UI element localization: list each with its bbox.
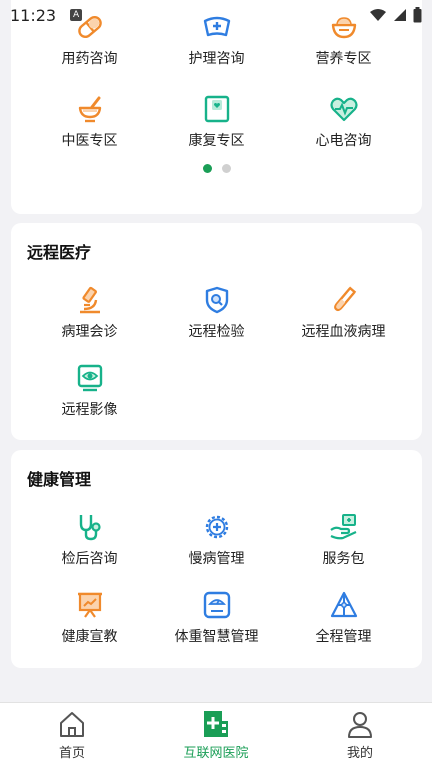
remote-item-lab[interactable]: 远程检验 — [148, 285, 285, 341]
consult-item-label: 护理咨询 — [188, 51, 245, 67]
tab-home[interactable]: 首页 — [0, 709, 144, 761]
consult-item-rehab[interactable]: 康复专区 — [148, 94, 285, 150]
stethoscope-icon — [79, 515, 101, 541]
status-indicators — [369, 7, 422, 23]
mortar-icon — [78, 96, 101, 123]
consult-item-label: 营养专区 — [315, 51, 372, 67]
consult-item-label: 中医专区 — [61, 133, 118, 149]
health-item-label: 健康宣教 — [61, 629, 118, 645]
triangle-nodes-icon — [330, 591, 357, 618]
battery-icon — [413, 7, 422, 23]
tab-label: 首页 — [58, 746, 85, 761]
rehab-card-icon — [204, 95, 229, 123]
microscope-icon — [79, 286, 100, 314]
remote-item-blood-pathology[interactable]: 远程血液病理 — [275, 285, 412, 341]
health-item-chronic[interactable]: 慢病管理 — [148, 512, 285, 568]
remote-medicine-card: 远程医疗 病理会诊 远程检验 远程血液病理 远程影像 — [11, 223, 422, 440]
tab-label: 我的 — [346, 746, 373, 761]
home-icon — [60, 712, 84, 737]
carousel-dot[interactable] — [202, 164, 212, 173]
heartbeat-icon — [329, 97, 358, 122]
tab-internet-hospital[interactable]: 互联网医院 — [144, 709, 288, 761]
wifi-icon — [370, 9, 386, 21]
status-time: 11:23 — [10, 5, 57, 25]
scale-icon — [203, 591, 230, 619]
consult-card: 用药咨询 护理咨询 营养专区 中医专区 康复专区 心电咨询 — [11, 0, 422, 214]
notification-icon: A — [70, 9, 83, 21]
consult-item-label: 心电咨询 — [315, 133, 372, 149]
consult-item-tcm[interactable]: 中医专区 — [21, 94, 158, 150]
section-title: 远程医疗 — [27, 243, 92, 262]
gear-cross-icon — [205, 515, 228, 539]
health-item-label: 慢病管理 — [188, 551, 245, 567]
health-item-weight[interactable]: 体重智慧管理 — [148, 590, 285, 646]
remote-item-pathology[interactable]: 病理会诊 — [21, 285, 158, 341]
hand-package-icon — [329, 514, 356, 540]
health-item-label: 服务包 — [322, 551, 365, 567]
consult-item-ecg[interactable]: 心电咨询 — [275, 94, 412, 150]
hospital-icon — [204, 711, 228, 737]
remote-item-imaging[interactable]: 远程影像 — [21, 363, 158, 419]
health-item-label: 全程管理 — [315, 629, 372, 645]
health-item-post-exam[interactable]: 检后咨询 — [21, 512, 158, 568]
health-item-service-pack[interactable]: 服务包 — [275, 512, 412, 568]
carousel-dots — [11, 164, 422, 173]
person-icon — [348, 712, 372, 738]
presentation-board-icon — [77, 592, 102, 618]
tab-label: 互联网医院 — [183, 746, 249, 761]
status-bar: 11:23 A — [0, 0, 432, 30]
remote-item-label: 远程血液病理 — [301, 324, 386, 340]
remote-item-label: 远程影像 — [61, 402, 118, 418]
tab-mine[interactable]: 我的 — [288, 709, 432, 761]
health-item-label: 体重智慧管理 — [174, 629, 259, 645]
health-item-full-process[interactable]: 全程管理 — [275, 590, 412, 646]
test-tube-icon — [333, 286, 356, 312]
monitor-eye-icon — [77, 364, 102, 392]
remote-item-label: 病理会诊 — [61, 324, 118, 340]
shield-search-icon — [205, 286, 228, 314]
bottom-tab-bar: 首页 互联网医院 我的 — [0, 702, 432, 769]
consult-item-label: 康复专区 — [188, 133, 245, 149]
health-item-label: 检后咨询 — [61, 551, 118, 567]
remote-item-label: 远程检验 — [188, 324, 245, 340]
carousel-dot[interactable] — [221, 164, 231, 173]
section-title: 健康管理 — [27, 470, 92, 489]
consult-item-label: 用药咨询 — [61, 51, 118, 67]
health-management-card: 健康管理 检后咨询 慢病管理 服务包 健康宣教 体重智慧管理 全程管理 — [11, 450, 422, 668]
signal-icon — [394, 9, 406, 21]
health-item-education[interactable]: 健康宣教 — [21, 590, 158, 646]
